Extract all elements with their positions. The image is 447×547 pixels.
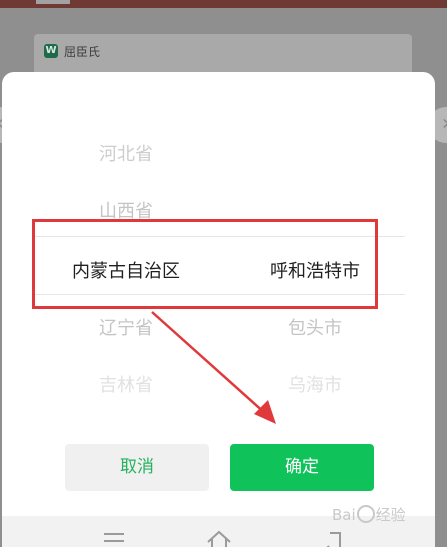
watsons-logo-icon: W xyxy=(44,44,58,58)
background-card-label: 屈臣氏 xyxy=(64,45,101,59)
baidu-jingyan-watermark: Bai 经验 xyxy=(332,504,406,525)
top-strip-tab xyxy=(36,0,70,4)
picker-option-province[interactable]: 吉林省 xyxy=(26,371,226,397)
picker-option-city[interactable]: 包头市 xyxy=(215,314,415,340)
baidu-paw-icon xyxy=(356,505,375,523)
highlight-box xyxy=(32,219,378,309)
region-picker-sheet: 河北省 山西省 内蒙古自治区 辽宁省 吉林省 呼和浩特市 包头市 乌海市 取消 … xyxy=(2,72,435,547)
picker-option-province[interactable]: 辽宁省 xyxy=(26,314,226,340)
home-icon[interactable] xyxy=(206,530,232,547)
back-icon[interactable] xyxy=(320,530,346,547)
picker-option-city[interactable]: 乌海市 xyxy=(215,371,415,397)
screen: W 屈臣氏 ‹ › 河北省 山西省 内蒙古自治区 辽宁省 吉林省 呼和浩特市 包… xyxy=(0,0,447,547)
watermark-text-left: Bai xyxy=(332,506,356,524)
confirm-button[interactable]: 确定 xyxy=(230,444,374,491)
menu-icon[interactable] xyxy=(101,530,127,547)
watermark-text-right: 经验 xyxy=(375,506,406,524)
picker-option-province[interactable]: 河北省 xyxy=(26,140,226,166)
cancel-button[interactable]: 取消 xyxy=(65,444,209,491)
top-strip xyxy=(0,0,447,8)
